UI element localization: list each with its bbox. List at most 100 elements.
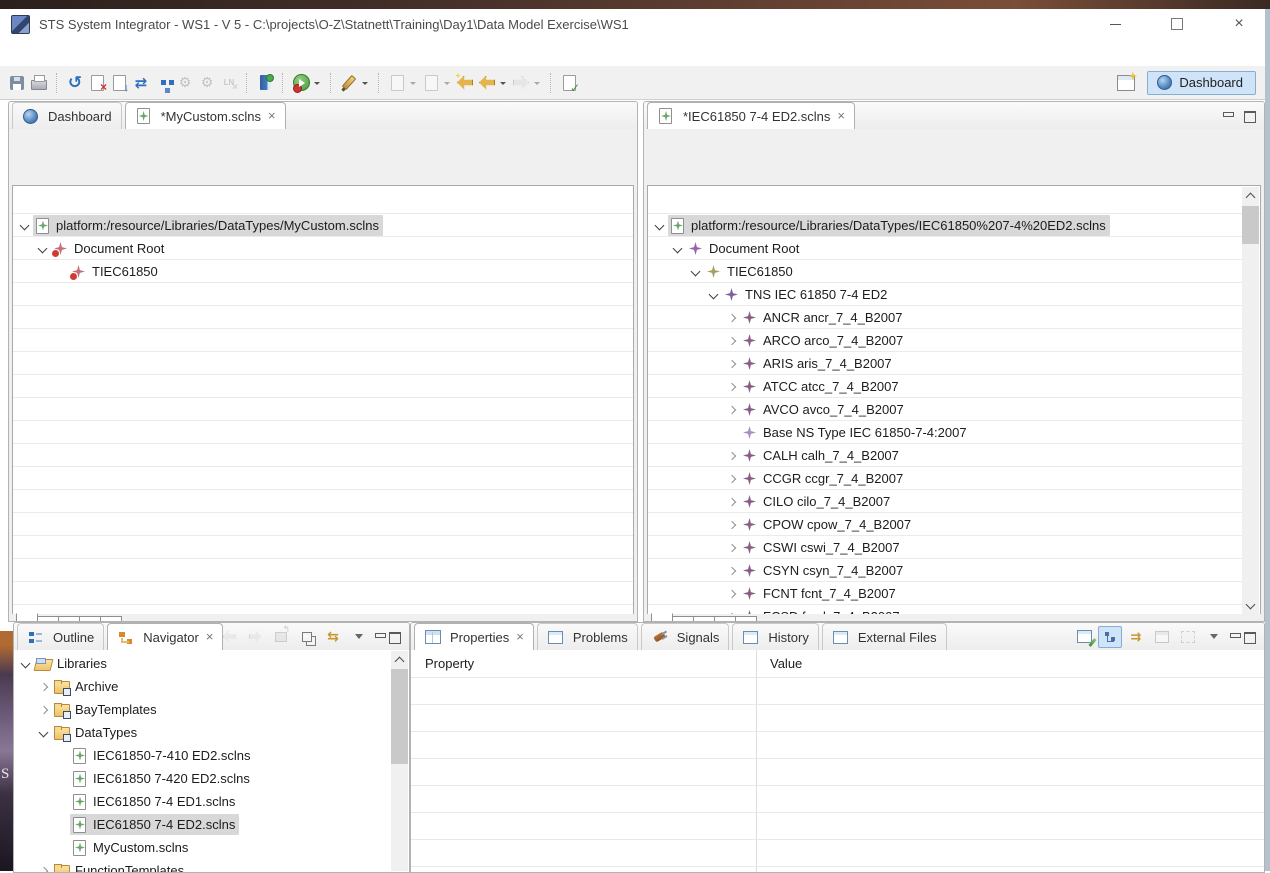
scroll-down-icon[interactable]: [1242, 597, 1259, 614]
expander-icon[interactable]: [54, 748, 70, 764]
scrollbar-thumb[interactable]: [391, 669, 408, 764]
tab-close-icon[interactable]: ×: [268, 111, 276, 121]
view-maximize-icon[interactable]: [389, 632, 401, 642]
expander-icon[interactable]: [706, 287, 722, 303]
import-model-icon[interactable]: [109, 73, 129, 93]
editor-tab[interactable]: *IEC61850 7-4 ED2.sclns ×: [647, 102, 855, 129]
view-minimize-icon[interactable]: [1229, 632, 1241, 642]
menu-item[interactable]: [134, 50, 145, 56]
tree-item[interactable]: Base NS Type IEC 61850-7-4:2007: [648, 421, 1243, 444]
link-icon[interactable]: [321, 626, 345, 648]
tree-item[interactable]: CCGR ccgr_7_4_B2007: [648, 467, 1243, 490]
tree-item[interactable]: ANCR ancr_7_4_B2007: [648, 306, 1243, 329]
expander-icon[interactable]: [724, 402, 740, 418]
view-tab[interactable]: External Files: [822, 623, 947, 650]
tree-item[interactable]: ATCC atcc_7_4_B2007: [648, 375, 1243, 398]
expander-icon[interactable]: [36, 702, 52, 718]
expander-icon[interactable]: [670, 241, 686, 257]
save-icon[interactable]: [7, 73, 27, 93]
expander-icon[interactable]: [36, 679, 52, 695]
editor-page-tab[interactable]: [651, 613, 673, 622]
tab-close-icon[interactable]: ×: [206, 632, 214, 642]
expander-icon[interactable]: [54, 771, 70, 787]
back-new-icon[interactable]: [455, 73, 475, 93]
update-dropdown-icon[interactable]: [442, 74, 452, 92]
view-tab[interactable]: Outline: [17, 623, 104, 650]
view-maximize-icon[interactable]: [1244, 111, 1256, 121]
tree-item[interactable]: BayTemplates: [14, 698, 391, 721]
tree-item[interactable]: TIEC61850: [648, 260, 1243, 283]
view-tab[interactable]: Navigator ×: [107, 623, 223, 650]
view-tab[interactable]: Problems: [537, 623, 638, 650]
right-editor-scrollbar[interactable]: [1242, 187, 1259, 614]
scrollbar-thumb[interactable]: [1242, 206, 1259, 244]
run-icon[interactable]: [291, 73, 311, 93]
tree-item[interactable]: ARIS aris_7_4_B2007: [648, 352, 1243, 375]
expander-icon[interactable]: [18, 656, 34, 672]
view-tab[interactable]: History: [732, 623, 818, 650]
expander-icon[interactable]: [724, 310, 740, 326]
tab-close-icon[interactable]: ×: [516, 632, 524, 642]
tree-item[interactable]: CSWI cswi_7_4_B2007: [648, 536, 1243, 559]
scroll-up-icon[interactable]: [1242, 187, 1259, 204]
editor-tab[interactable]: *MyCustom.sclns ×: [125, 102, 286, 129]
view-tab[interactable]: Signals: [641, 623, 730, 650]
pen-dropdown-icon[interactable]: [360, 74, 370, 92]
undo-icon[interactable]: [65, 73, 85, 93]
validate-icon[interactable]: [559, 73, 579, 93]
menu-item[interactable]: [86, 50, 97, 56]
expander-icon[interactable]: [724, 425, 740, 441]
delete-model-icon[interactable]: [87, 73, 107, 93]
tree-item[interactable]: Libraries: [14, 652, 391, 675]
tree-item[interactable]: IEC61850 7-4 ED1.sclns: [14, 790, 391, 813]
expander-icon[interactable]: [36, 863, 52, 873]
view-minimize-icon[interactable]: [1222, 111, 1234, 121]
tree-item[interactable]: platform:/resource/Libraries/DataTypes/I…: [648, 214, 1243, 237]
expander-icon[interactable]: [652, 218, 668, 234]
ns-doc-icon[interactable]: [255, 73, 275, 93]
filter-icon[interactable]: [1124, 626, 1148, 648]
expander-icon[interactable]: [35, 241, 51, 257]
expander-icon[interactable]: [724, 379, 740, 395]
tree-item[interactable]: AVCO avco_7_4_B2007: [648, 398, 1243, 421]
expander-icon[interactable]: [688, 264, 704, 280]
back-dropdown-icon[interactable]: [498, 74, 508, 92]
node-map-icon[interactable]: [153, 73, 173, 93]
menu-item[interactable]: [14, 50, 25, 56]
expander-icon[interactable]: [724, 356, 740, 372]
tree-item[interactable]: CILO cilo_7_4_B2007: [648, 490, 1243, 513]
tree-item[interactable]: Document Root: [648, 237, 1243, 260]
column-header-property[interactable]: Property: [411, 656, 756, 671]
menu-item[interactable]: [38, 50, 49, 56]
view-tab[interactable]: Properties ×: [414, 623, 534, 650]
expander-icon[interactable]: [724, 333, 740, 349]
menu-icon[interactable]: [1202, 626, 1226, 648]
tree-item[interactable]: MyCustom.sclns: [14, 836, 391, 859]
tree-item[interactable]: Archive: [14, 675, 391, 698]
menu-item[interactable]: [182, 50, 193, 56]
tree-item[interactable]: ARCO arco_7_4_B2007: [648, 329, 1243, 352]
menu-item[interactable]: [206, 50, 217, 56]
back-icon[interactable]: [477, 73, 497, 93]
tree-item[interactable]: CSYN csyn_7_4_B2007: [648, 559, 1243, 582]
tree-item[interactable]: TNS IEC 61850 7-4 ED2: [648, 283, 1243, 306]
editor-tab[interactable]: Dashboard: [12, 102, 122, 129]
expander-icon[interactable]: [724, 586, 740, 602]
expander-icon[interactable]: [36, 725, 52, 741]
navigator-scrollbar[interactable]: [391, 651, 408, 871]
view-minimize-icon[interactable]: [374, 632, 386, 642]
expander-icon[interactable]: [724, 563, 740, 579]
tree-item[interactable]: IEC61850 7-4 ED2.sclns: [14, 813, 391, 836]
tab-close-icon[interactable]: ×: [837, 111, 845, 121]
view-maximize-icon[interactable]: [1244, 632, 1256, 642]
print-icon[interactable]: [29, 73, 49, 93]
close-button[interactable]: ×: [1208, 9, 1270, 39]
sync-model-icon[interactable]: [131, 73, 151, 93]
commit-dropdown-icon[interactable]: [408, 74, 418, 92]
menu-item[interactable]: [110, 50, 121, 56]
scroll-up-icon[interactable]: [391, 651, 408, 668]
menu-item[interactable]: [62, 50, 73, 56]
expander-icon[interactable]: [724, 448, 740, 464]
run-dropdown-icon[interactable]: [312, 74, 322, 92]
expander-icon[interactable]: [54, 817, 70, 833]
